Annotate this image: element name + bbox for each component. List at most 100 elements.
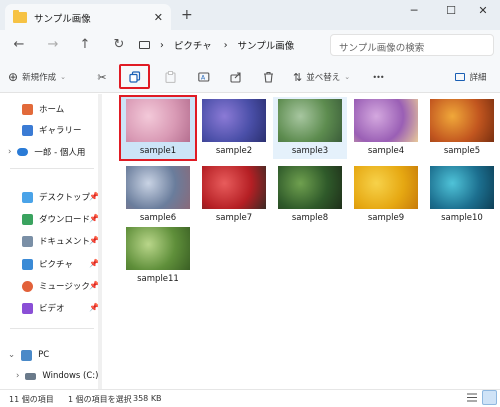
sidebar-item-pictures[interactable]: ピクチャ [22,256,73,272]
cloud-icon [17,148,29,156]
monitor-icon[interactable] [139,41,150,49]
thumbnail-image [278,166,342,209]
video-icon [22,302,33,314]
refresh-icon[interactable]: ↻ [110,37,128,53]
file-name-label: sample10 [441,213,483,223]
sort-button[interactable]: ⇅ 並べ替え ⌄ [293,66,355,88]
share-icon[interactable] [226,66,246,88]
copy-icon[interactable] [124,66,146,88]
chevron-down-icon: ⌄ [60,73,66,81]
sidebar-item-label: ホーム [39,105,65,115]
drive-icon [25,372,37,380]
paste-icon[interactable] [160,66,180,88]
image-thumbnail[interactable] [126,227,190,270]
sidebar-item-label: Windows (C:) [42,371,99,381]
chevron-down-icon: ⌄ [8,350,16,360]
selected-size: 358 KB [133,394,162,403]
folder-icon [13,10,27,23]
rename-icon[interactable]: A [194,66,214,88]
image-thumbnail[interactable] [202,166,266,209]
sidebar-item-onedrive[interactable]: › 一郎 - 個人用 [8,144,85,160]
thumbnail-image [126,99,190,142]
delete-icon[interactable] [258,66,278,88]
file-name-label: sample4 [367,146,405,156]
image-thumbnail[interactable] [354,166,418,209]
chevron-right-icon: › [160,39,164,51]
tab-close-icon[interactable]: ✕ [154,11,163,24]
new-tab-button[interactable]: + [181,7,193,23]
sort-label: 並べ替え [306,73,341,83]
sidebar-scrollbar[interactable] [98,94,102,390]
sidebar-item-label: ダウンロード [39,215,91,225]
image-thumbnail[interactable] [126,166,190,209]
sidebar-item-downloads[interactable]: ダウンロード [22,211,90,227]
sidebar-item-music[interactable]: ミュージック [22,278,90,294]
item-count: 11 個の項目 [9,395,54,404]
file-name-label: sample1 [139,146,177,156]
image-thumbnail[interactable] [430,99,494,142]
chevron-right-icon: › [223,39,228,51]
home-icon [22,103,33,115]
sidebar-item-gallery[interactable]: ギャラリー [22,122,82,138]
search-input[interactable]: サンプル画像の検索 [330,34,494,56]
image-thumbnail[interactable] [354,99,418,142]
minimize-button[interactable]: ─ [403,4,425,20]
sidebar-item-label: PC [38,350,50,360]
chevron-down-icon: ⌄ [344,73,351,81]
pictures-icon [22,258,33,270]
more-options-icon[interactable]: ••• [368,66,388,88]
file-name-label: sample5 [443,146,481,156]
file-name-label: sample11 [137,274,179,284]
tab-sample-images[interactable]: サンプル画像 ✕ [5,4,171,31]
thumbnail-view-icon[interactable] [482,390,497,405]
file-name-label: sample9 [367,213,405,223]
sort-icon: ⇅ [293,70,303,84]
file-name-label: sample3 [291,146,329,156]
sidebar-item-label: 一郎 - 個人用 [34,148,86,158]
breadcrumb-pictures[interactable]: ピクチャ [174,38,212,52]
details-pane-icon [455,73,466,81]
sidebar-item-label: ミュージック [39,282,90,292]
sidebar-item-desktop[interactable]: デスクトップ [22,189,90,205]
details-label: 詳細 [469,73,487,83]
sidebar-item-home[interactable]: ホーム [22,101,64,117]
new-button[interactable]: ⊕ 新規作成 ⌄ [8,66,80,88]
divider [10,328,94,329]
sidebar-item-label: ドキュメント [39,237,91,247]
plus-circle-icon: ⊕ [8,70,19,84]
sidebar-item-windows-c[interactable]: › Windows (C:) [16,368,98,384]
breadcrumb-sample-images[interactable]: サンプル画像 [238,38,295,52]
thumbnail-image [430,99,494,142]
breadcrumb[interactable]: › ピクチャ › サンプル画像 [139,35,319,55]
thumbnail-image [126,166,190,209]
new-label: 新規作成 [22,73,57,83]
maximize-button[interactable]: ☐ [440,4,462,20]
thumbnail-image [278,99,342,142]
tab-title: サンプル画像 [34,13,91,25]
sidebar-item-documents[interactable]: ドキュメント [22,233,90,249]
download-icon [22,213,33,225]
sidebar-item-pc[interactable]: ⌄ PC [8,347,49,363]
sidebar-item-label: ギャラリー [39,126,82,136]
sidebar-item-videos[interactable]: ビデオ [22,300,65,316]
up-icon[interactable]: ↑ [76,37,94,53]
divider [10,168,94,169]
thumbnail-image [354,99,418,142]
forward-icon[interactable]: → [44,37,62,53]
pc-icon [21,349,33,361]
list-view-icon[interactable] [466,392,478,403]
image-thumbnail[interactable] [126,99,190,142]
cut-icon[interactable]: ✂ [92,66,112,88]
svg-text:A: A [201,75,206,82]
image-thumbnail[interactable] [278,99,342,142]
details-button[interactable]: 詳細 [450,66,492,88]
selected-count: 1 個の項目を選択 [68,395,132,404]
image-thumbnail[interactable] [278,166,342,209]
thumbnail-image [126,227,190,270]
back-icon[interactable]: ← [10,37,28,53]
close-button[interactable]: ✕ [472,4,494,20]
image-thumbnail[interactable] [202,99,266,142]
gallery-icon [22,124,33,136]
image-thumbnail[interactable] [430,166,494,209]
thumbnail-image [354,166,418,209]
